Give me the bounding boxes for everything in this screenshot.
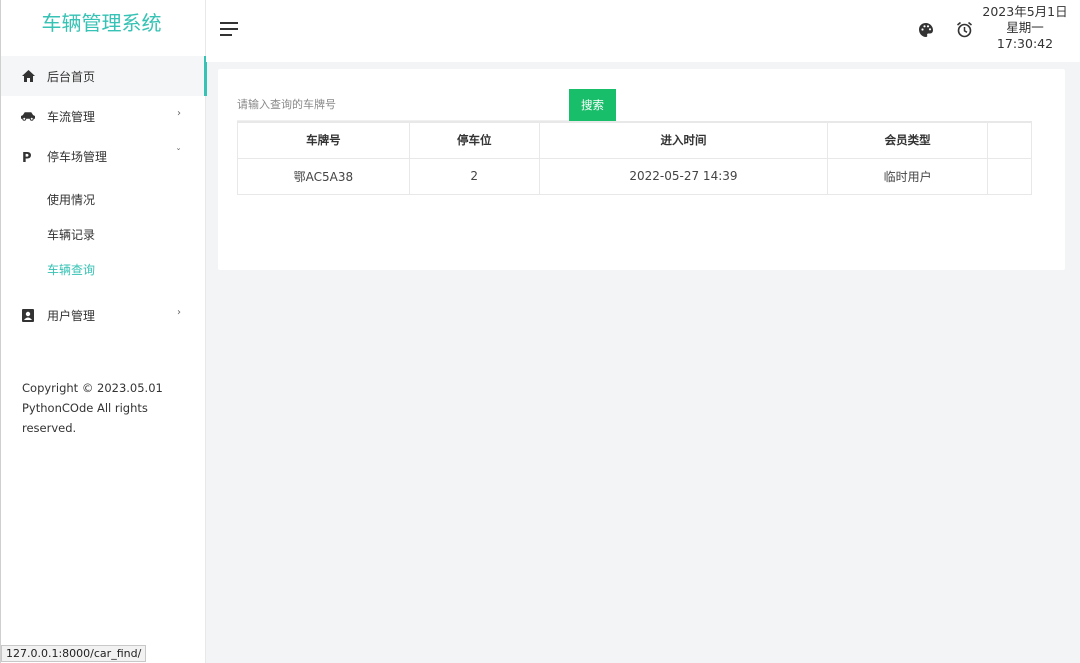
submenu-spacer — [1, 287, 207, 295]
sidebar-item-traffic[interactable]: 车流管理 › — [1, 96, 207, 136]
car-icon — [21, 109, 35, 123]
sidebar-item-label: 车流管理 — [47, 109, 96, 124]
weekday-text: 星期一 — [1006, 20, 1044, 35]
sidebar-nav: 后台首页 车流管理 › P 停车场管理 ˇ 使用情况 车辆记录 车辆查询 用户管… — [1, 56, 207, 335]
datetime-display: 2023年5月1日 星期一 17:30:42 — [980, 4, 1070, 52]
column-header-entry-time: 进入时间 — [538, 121, 829, 159]
topbar: 2023年5月1日 星期一 17:30:42 — [206, 0, 1080, 62]
svg-text:P: P — [22, 151, 32, 163]
time-text: 17:30:42 — [996, 36, 1054, 51]
column-header-plate: 车牌号 — [237, 121, 410, 159]
column-header-member-type: 会员类型 — [827, 121, 989, 159]
table-header-row: 车牌号 停车位 进入时间 会员类型 — [237, 121, 1032, 159]
chevron-down-icon: ˇ — [176, 148, 181, 159]
alarm-clock-icon[interactable] — [956, 21, 973, 38]
search-button[interactable]: 搜索 — [569, 89, 616, 121]
user-card-icon — [21, 308, 35, 322]
sidebar-item-label: 用户管理 — [47, 308, 96, 323]
chevron-right-icon: › — [177, 108, 181, 119]
sidebar-subitem-records[interactable]: 车辆记录 — [1, 217, 207, 252]
menu-toggle-icon[interactable] — [220, 22, 238, 38]
column-header-spot: 停车位 — [408, 121, 540, 159]
browser-status-url: 127.0.0.1:8000/car_find/ — [1, 645, 147, 662]
sidebar-item-label: 后台首页 — [47, 69, 96, 84]
app-title-text: 车辆管理系统 — [41, 10, 162, 35]
cell-spot: 2 — [408, 157, 540, 195]
cell-entry-time: 2022-05-27 14:39 — [538, 157, 829, 195]
palette-icon[interactable] — [918, 22, 934, 38]
sidebar: 车辆管理系统 后台首页 车流管理 › P 停车场管理 ˇ 使用情况 车辆记录 车… — [0, 0, 207, 663]
sidebar-subitem-usage[interactable]: 使用情况 — [1, 182, 207, 217]
home-icon — [21, 69, 35, 83]
column-header-actions — [987, 121, 1032, 159]
sidebar-item-parking[interactable]: P 停车场管理 ˇ — [1, 136, 207, 176]
copyright-text: Copyright © 2023.05.01 PythonCOde All ri… — [22, 381, 163, 435]
parking-icon: P — [21, 149, 35, 163]
app-title: 车辆管理系统 — [1, 0, 205, 48]
date-text: 2023年5月1日 — [982, 4, 1068, 19]
table-row: 鄂AC5A38 2 2022-05-27 14:39 临时用户 — [237, 157, 1032, 195]
plate-search-input[interactable] — [237, 89, 569, 121]
sidebar-item-label: 停车场管理 — [47, 149, 108, 164]
result-table: 车牌号 停车位 进入时间 会员类型 鄂AC5A38 2 2022-05-27 1… — [237, 121, 1032, 195]
cell-actions — [987, 157, 1032, 195]
chevron-right-icon: › — [177, 307, 181, 318]
cell-plate: 鄂AC5A38 — [237, 157, 410, 195]
cell-member-type: 临时用户 — [827, 157, 989, 195]
sidebar-subitem-query[interactable]: 车辆查询 — [1, 252, 207, 287]
content-card: 搜索 车牌号 停车位 进入时间 会员类型 鄂AC5A38 2 2022-05-2… — [218, 69, 1065, 270]
sidebar-item-home[interactable]: 后台首页 — [1, 56, 207, 96]
sidebar-item-users[interactable]: 用户管理 › — [1, 295, 207, 335]
